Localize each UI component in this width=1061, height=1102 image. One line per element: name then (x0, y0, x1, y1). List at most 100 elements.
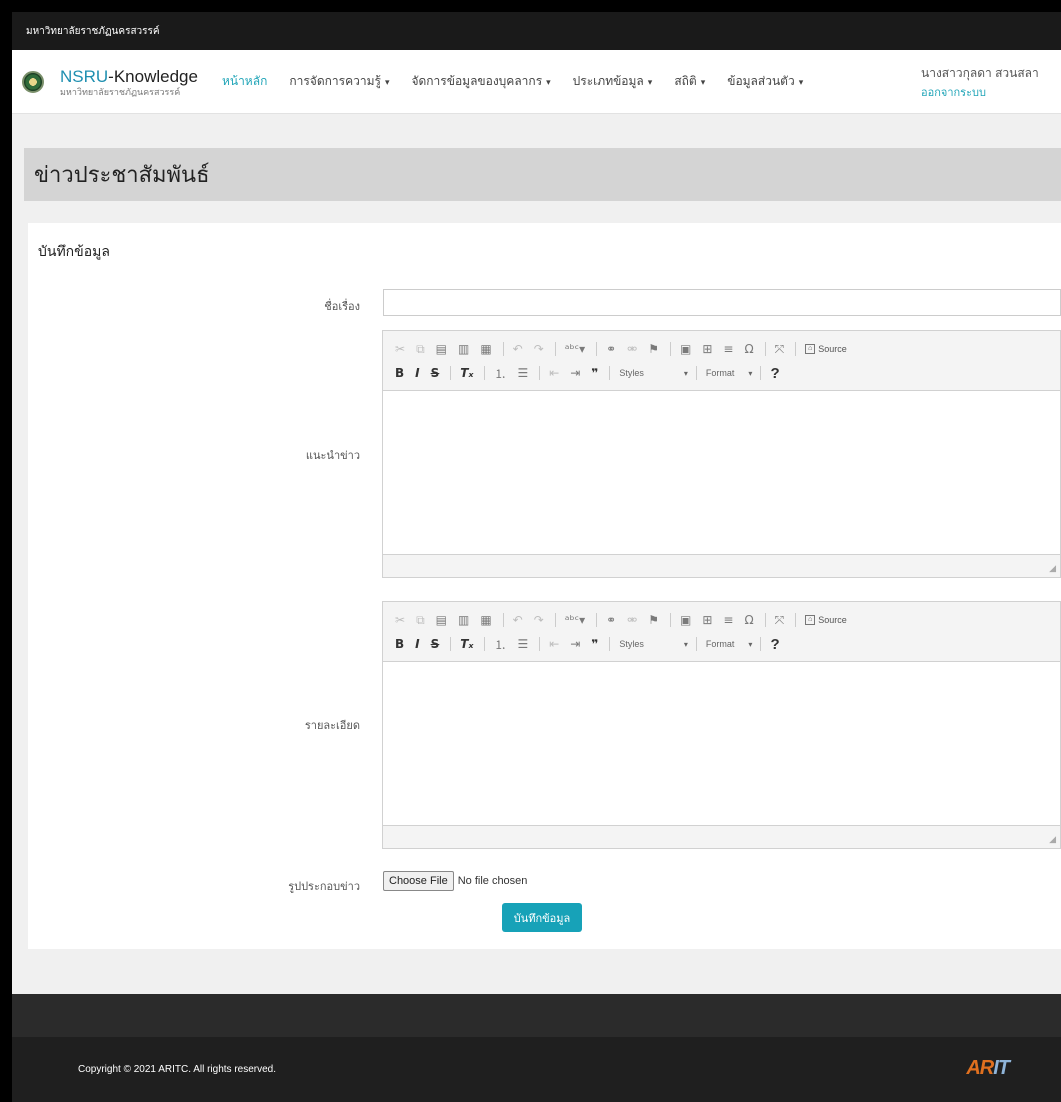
chevron-down-icon: ▾ (748, 368, 753, 378)
copy-icon[interactable]: ⧉ (416, 342, 425, 357)
form-title: บันทึกข้อมูล (38, 243, 110, 259)
maximize-icon[interactable]: ⤧ (775, 613, 785, 628)
editor-statusbar: ◢ (383, 555, 1060, 577)
caret-down-icon: ▾ (384, 77, 390, 87)
nav-item-data-types[interactable]: ประเภทข้อมูล ▾ (573, 72, 653, 91)
chevron-down-icon: ▾ (683, 368, 688, 378)
outdent-icon[interactable]: ⇤ (549, 366, 559, 380)
form-card: บันทึกข้อมูล ชื่อเรื่อง แนะนำข่าว ✂ ⧉ ▤ … (28, 223, 1061, 949)
intro-label: แนะนำข่าว (305, 450, 360, 462)
bold-icon[interactable]: B (395, 366, 404, 380)
caret-down-icon: ▾ (647, 77, 653, 87)
nav-item-profile[interactable]: ข้อมูลส่วนตัว ▾ (727, 72, 803, 91)
table-icon[interactable]: ⊞ (702, 613, 712, 627)
choose-file-button[interactable]: Choose File (383, 871, 454, 891)
remove-format-icon[interactable]: Tₓ (460, 637, 473, 651)
page-title: ข่าวประชาสัมพันธ์ (34, 162, 210, 187)
detail-editor-area[interactable] (383, 662, 1060, 826)
redo-icon[interactable]: ↷ (534, 342, 544, 356)
intro-editor-area[interactable] (383, 391, 1060, 555)
intro-editor: ✂ ⧉ ▤ ▥ ▦ ↶ ↷ ᵃᵇᶜ▾ ⚭ ⚮ ⚑ ▣ ⊞ ≡ Ω ⤧ ⌂ Sou… (382, 330, 1061, 578)
redo-icon[interactable]: ↷ (534, 613, 544, 627)
numbered-list-icon[interactable]: ⒈ (494, 365, 506, 382)
copy-icon[interactable]: ⧉ (416, 613, 425, 628)
file-status: No file chosen (457, 875, 528, 887)
university-name: มหาวิทยาลัยราชภัฏนครสวรรค์ (26, 25, 160, 37)
detail-editor: ✂ ⧉ ▤ ▥ ▦ ↶ ↷ ᵃᵇᶜ▾ ⚭ ⚮ ⚑ ▣ ⊞ ≡ Ω ⤧ ⌂ Sou… (382, 601, 1061, 849)
paste-icon[interactable]: ▤ (436, 613, 447, 627)
blockquote-icon[interactable]: ❞ (591, 366, 598, 380)
anchor-flag-icon[interactable]: ⚑ (648, 342, 659, 356)
table-icon[interactable]: ⊞ (702, 342, 712, 356)
help-button[interactable]: ? (770, 365, 779, 382)
cut-icon[interactable]: ✂ (395, 342, 405, 356)
link-icon[interactable]: ⚭ (606, 342, 616, 356)
subject-input[interactable] (383, 289, 1061, 316)
strikethrough-icon[interactable]: S (431, 366, 440, 380)
help-button[interactable]: ? (770, 636, 779, 653)
university-logo-icon[interactable] (22, 70, 44, 93)
blockquote-icon[interactable]: ❞ (591, 637, 598, 651)
paste-text-icon[interactable]: ▥ (458, 613, 469, 627)
editor-toolbar: ✂ ⧉ ▤ ▥ ▦ ↶ ↷ ᵃᵇᶜ▾ ⚭ ⚮ ⚑ ▣ ⊞ ≡ Ω ⤧ ⌂ Sou… (383, 602, 1060, 662)
editor-statusbar: ◢ (383, 826, 1060, 848)
format-dropdown[interactable]: Format ▾ (706, 639, 753, 649)
bulleted-list-icon[interactable]: ☰ (517, 637, 528, 651)
horizontal-line-icon[interactable]: ≡ (723, 613, 733, 627)
subject-label: ชื่อเรื่อง (324, 301, 360, 313)
italic-icon[interactable]: I (415, 366, 419, 380)
link-icon[interactable]: ⚭ (606, 613, 616, 627)
unlink-icon[interactable]: ⚮ (627, 613, 637, 627)
indent-icon[interactable]: ⇥ (570, 637, 580, 651)
unlink-icon[interactable]: ⚮ (627, 342, 637, 356)
resize-handle-icon[interactable]: ◢ (1049, 834, 1056, 845)
italic-icon[interactable]: I (415, 637, 419, 651)
image-label: รูปประกอบข่าว (288, 881, 360, 893)
image-icon[interactable]: ▣ (680, 613, 691, 627)
nav-item-home[interactable]: หน้าหลัก (222, 72, 267, 91)
editor-toolbar: ✂ ⧉ ▤ ▥ ▦ ↶ ↷ ᵃᵇᶜ▾ ⚭ ⚮ ⚑ ▣ ⊞ ≡ Ω ⤧ ⌂ Sou… (383, 331, 1060, 391)
spellcheck-icon[interactable]: ᵃᵇᶜ▾ (565, 342, 585, 356)
outdent-icon[interactable]: ⇤ (549, 637, 559, 651)
special-char-icon[interactable]: Ω (744, 342, 753, 356)
maximize-icon[interactable]: ⤧ (775, 342, 785, 357)
detail-label: รายละเอียด (304, 720, 360, 732)
brand-subtitle: มหาวิทยาลัยราชภัฏนครสวรรค์ (60, 86, 181, 97)
save-button[interactable]: บันทึกข้อมูล (502, 903, 582, 932)
numbered-list-icon[interactable]: ⒈ (494, 636, 506, 653)
brand[interactable]: NSRU-Knowledge มหาวิทยาลัยราชภัฏนครสวรรค… (60, 67, 198, 97)
image-icon[interactable]: ▣ (680, 342, 691, 356)
remove-format-icon[interactable]: Tₓ (460, 366, 473, 380)
nav-item-personnel-data[interactable]: จัดการข้อมูลของบุคลากร ▾ (411, 72, 550, 91)
caret-down-icon: ▾ (546, 77, 551, 87)
paste-icon[interactable]: ▤ (436, 342, 447, 356)
styles-dropdown[interactable]: Styles ▾ (619, 639, 688, 649)
undo-icon[interactable]: ↶ (513, 613, 523, 627)
styles-dropdown[interactable]: Styles ▾ (619, 368, 688, 378)
horizontal-line-icon[interactable]: ≡ (723, 342, 733, 356)
brand-name: NSRU-Knowledge (60, 66, 198, 86)
spellcheck-icon[interactable]: ᵃᵇᶜ▾ (565, 613, 585, 627)
paste-word-icon[interactable]: ▦ (480, 613, 491, 627)
anchor-flag-icon[interactable]: ⚑ (648, 613, 659, 627)
paste-text-icon[interactable]: ▥ (458, 342, 469, 356)
paste-word-icon[interactable]: ▦ (480, 342, 491, 356)
format-dropdown[interactable]: Format ▾ (706, 368, 753, 378)
resize-handle-icon[interactable]: ◢ (1049, 563, 1056, 574)
main-nav: หน้าหลัก การจัดการความรู้ ▾ จัดการข้อมูลข… (222, 72, 825, 91)
copyright: Copyright © 2021 ARITC. All rights reser… (78, 1064, 277, 1075)
undo-icon[interactable]: ↶ (513, 342, 523, 356)
source-button[interactable]: ⌂ Source (805, 615, 847, 625)
bulleted-list-icon[interactable]: ☰ (517, 366, 528, 380)
strikethrough-icon[interactable]: S (431, 637, 440, 651)
footer-top-band (12, 994, 1061, 1037)
bold-icon[interactable]: B (395, 637, 404, 651)
special-char-icon[interactable]: Ω (744, 613, 753, 627)
nav-item-knowledge-management[interactable]: การจัดการความรู้ ▾ (289, 72, 389, 91)
indent-icon[interactable]: ⇥ (570, 366, 580, 380)
source-button[interactable]: ⌂ Source (805, 344, 847, 354)
cut-icon[interactable]: ✂ (395, 613, 405, 627)
nav-item-statistics[interactable]: สถิติ ▾ (674, 72, 705, 91)
logout-link[interactable]: ออกจากระบบ (921, 83, 1061, 101)
image-file-input: Choose File No file chosen (383, 871, 527, 891)
